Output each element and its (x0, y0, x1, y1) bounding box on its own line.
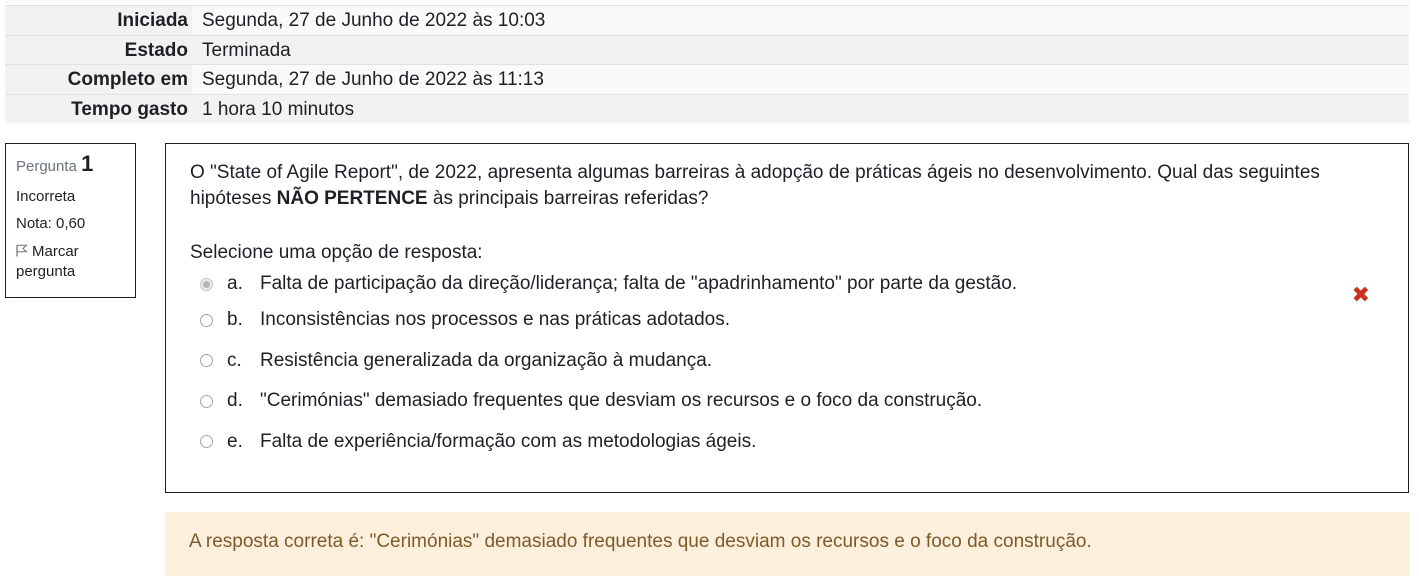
answer-letter: e. (227, 430, 243, 452)
question-status: Incorreta (16, 187, 76, 205)
question-text: O "State of Agile Report", de 2022, apre… (190, 160, 1384, 212)
summary-value: Segunda, 27 de Junho de 2022 às 11:13 (192, 65, 1409, 94)
question-number: Pergunta 1 (16, 150, 125, 179)
question-number-label: Pergunta (16, 158, 77, 175)
answer-radio-c[interactable] (200, 354, 213, 368)
summary-row-started: Iniciada Segunda, 27 de Junho de 2022 às… (5, 5, 1409, 35)
summary-label: Iniciada (5, 6, 192, 35)
summary-row-completed: Completo em Segunda, 27 de Junho de 2022… (5, 64, 1409, 94)
answer-option-a: a. Falta de participação da direção/lide… (190, 268, 1384, 307)
answer-text: "Cerimónias" demasiado frequentes que de… (260, 390, 983, 412)
answer-option-b: b. Inconsistências nos processos e nas p… (190, 300, 1384, 341)
question-info-box: Pergunta 1 Incorreta Nota: 0,60 Marcar p… (5, 143, 136, 298)
summary-row-state: Estado Terminada (5, 34, 1409, 64)
answer-letter: a. (227, 273, 243, 294)
answer-text: Falta de experiência/formação com as met… (260, 430, 757, 452)
summary-value: 1 hora 10 minutos (192, 94, 1409, 123)
answer-prompt: Selecione uma opção de resposta: (190, 242, 483, 263)
flag-question-link[interactable]: Marcar pergunta (16, 242, 125, 282)
answer-text: Inconsistências nos processos e nas prát… (260, 309, 730, 331)
answer-option-d: d. "Cerimónias" demasiado frequentes que… (190, 381, 1384, 422)
summary-value: Segunda, 27 de Junho de 2022 às 10:03 (192, 6, 1409, 35)
summary-value: Terminada (192, 35, 1409, 64)
question-text-part2: às principais barreiras referidas? (427, 188, 709, 209)
answer-radio-d[interactable] (200, 394, 213, 408)
answer-text: Falta de participação da direção/lideran… (260, 273, 1018, 294)
question-content: O "State of Agile Report", de 2022, apre… (165, 143, 1409, 493)
summary-label: Estado (5, 35, 192, 64)
attempt-summary-table: Iniciada Segunda, 27 de Junho de 2022 às… (5, 5, 1409, 123)
answer-text: Resistência generalizada da organização … (260, 349, 713, 371)
answer-letter: c. (227, 349, 242, 371)
answer-radio-a[interactable] (200, 277, 213, 291)
summary-label: Completo em (5, 65, 192, 94)
answer-letter: b. (227, 309, 243, 331)
answer-letter: d. (227, 390, 243, 412)
summary-row-time-taken: Tempo gasto 1 hora 10 minutos (5, 93, 1409, 123)
answer-option-e: e. Falta de experiência/formação com as … (190, 422, 1384, 463)
summary-label: Tempo gasto (5, 94, 192, 123)
correct-answer-feedback: A resposta correta é: "Cerimónias" demas… (165, 512, 1409, 576)
question-number-value: 1 (81, 151, 94, 176)
answer-option-c: c. Resistência generalizada da organizaç… (190, 341, 1384, 382)
answer-list: a. Falta de participação da direção/lide… (190, 268, 1384, 462)
answer-radio-b[interactable] (200, 313, 213, 327)
question-text-emphasis: NÃO PERTENCE (276, 188, 428, 209)
flag-icon (16, 244, 28, 257)
question-grade: Nota: 0,60 (16, 215, 86, 233)
answer-radio-e[interactable] (200, 435, 213, 449)
